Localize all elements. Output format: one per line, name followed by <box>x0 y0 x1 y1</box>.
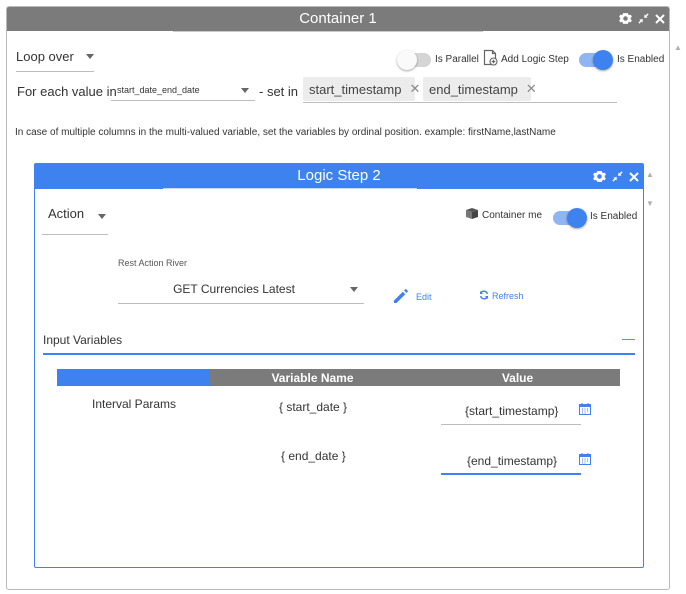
river-label: Rest Action River <box>118 258 188 268</box>
loop-over-underline <box>16 71 94 72</box>
logic-step-title-underline <box>163 188 417 189</box>
action-dropdown[interactable]: Action <box>48 206 107 221</box>
remove-chip-icon[interactable]: ✕ <box>526 81 537 97</box>
value-input-underline-focused <box>441 473 581 475</box>
gear-icon[interactable] <box>619 12 632 25</box>
for-each-label: For each value in <box>17 84 117 99</box>
collapse-icon[interactable]: — <box>622 331 635 346</box>
is-parallel-toggle[interactable] <box>397 50 431 70</box>
logic-is-enabled-label: Is Enabled <box>590 211 638 222</box>
loop-over-label: Loop over <box>16 49 74 64</box>
is-enabled-label: Is Enabled <box>617 54 665 65</box>
refresh-button[interactable]: Refresh <box>479 289 524 303</box>
calendar-icon[interactable] <box>579 403 591 418</box>
cube-icon <box>465 207 479 223</box>
variable-value-input[interactable]: {start_timestamp} <box>465 404 558 418</box>
chevron-down-icon <box>98 214 107 219</box>
is-parallel-label: Is Parallel <box>435 54 479 65</box>
logic-step-header: Logic Step 2 <box>35 164 643 189</box>
refresh-label: Refresh <box>492 291 524 301</box>
calendar-icon[interactable] <box>579 453 591 468</box>
value-input-underline <box>441 424 581 425</box>
is-enabled-toggle[interactable] <box>579 50 613 70</box>
collapse-arrows-icon[interactable] <box>612 171 623 182</box>
variable-dropdown-value: start_date_end_date <box>117 85 200 95</box>
container-title: Container 1 <box>299 10 377 27</box>
logic-step-title: Logic Step 2 <box>297 167 381 184</box>
container-me-label: Container me <box>482 209 543 221</box>
loop-over-dropdown[interactable]: Loop over <box>16 49 94 64</box>
variable-name: { start_date } <box>279 400 348 414</box>
variable-dropdown[interactable]: start_date_end_date <box>117 85 253 95</box>
close-icon[interactable] <box>629 171 639 182</box>
set-in-label: - set in <box>259 84 299 99</box>
edit-label: Edit <box>416 292 432 302</box>
table-header-value: Value <box>415 369 620 386</box>
chip-label: start_timestamp <box>309 81 402 97</box>
variable-name: { end_date } <box>281 449 346 463</box>
container-1-panel: Container 1 Loop over Is Parallel Add Lo… <box>6 6 670 590</box>
scroll-up-arrow-icon[interactable]: ▲ <box>646 171 654 179</box>
table-header-variable-name: Variable Name <box>210 369 415 386</box>
scroll-down-arrow-icon[interactable]: ▼ <box>646 200 654 208</box>
chevron-down-icon <box>85 54 94 59</box>
logic-step-header-icons <box>593 170 639 183</box>
container-header: Container 1 <box>7 7 669 31</box>
table-header-blank <box>57 369 210 386</box>
add-logic-step-label: Add Logic Step <box>501 53 569 65</box>
set-in-underline <box>303 102 617 103</box>
logic-step-2-panel: Logic Step 2 Action Container me Is Enab… <box>34 163 644 568</box>
refresh-icon <box>479 289 489 303</box>
container-title-underline <box>173 31 483 32</box>
river-dropdown-value: GET Currencies Latest <box>173 282 295 296</box>
action-label: Action <box>48 206 85 221</box>
gear-icon[interactable] <box>593 170 606 183</box>
logic-is-enabled-toggle[interactable] <box>553 208 587 228</box>
chevron-down-icon <box>241 87 249 93</box>
input-variables-label: Input Variables <box>43 333 123 347</box>
input-variables-table-header: Variable Name Value <box>57 369 620 386</box>
pencil-icon <box>393 287 410 307</box>
input-variables-section-header[interactable]: Input Variables — <box>43 331 635 354</box>
container-me-button[interactable]: Container me <box>465 207 542 223</box>
container-header-icons <box>619 12 665 25</box>
chip-label: end_timestamp <box>429 81 518 97</box>
add-document-icon <box>483 49 498 69</box>
edit-button[interactable]: Edit <box>393 287 432 307</box>
chevron-down-icon <box>350 286 358 292</box>
info-text: In case of multiple columns in the multi… <box>15 127 556 138</box>
remove-chip-icon[interactable]: ✕ <box>409 81 420 97</box>
action-underline <box>42 234 108 235</box>
variable-value-input[interactable]: {end_timestamp} <box>467 454 557 468</box>
chip-start-timestamp: start_timestamp ✕ <box>303 77 420 101</box>
group-label-interval-params: Interval Params <box>92 397 177 411</box>
close-icon[interactable] <box>655 13 665 24</box>
add-logic-step-button[interactable]: Add Logic Step <box>483 49 569 69</box>
river-dropdown[interactable]: GET Currencies Latest <box>118 282 362 296</box>
chip-end-timestamp: end_timestamp ✕ <box>423 77 537 101</box>
input-variables-underline <box>43 353 635 355</box>
river-underline <box>118 303 364 304</box>
collapse-arrows-icon[interactable] <box>638 13 649 24</box>
variable-dropdown-underline <box>111 100 255 101</box>
scroll-up-arrow-icon[interactable]: ▲ <box>674 44 682 52</box>
